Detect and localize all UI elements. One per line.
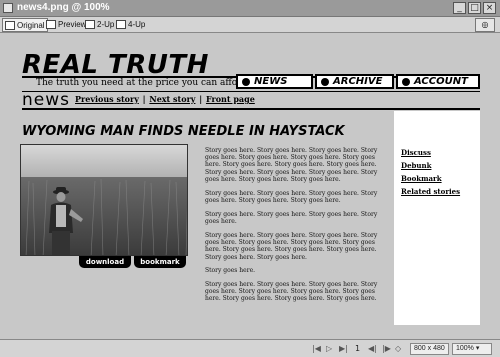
bullet-icon [242,78,250,86]
tab-2-up[interactable]: 2-Up [83,18,116,32]
frame-number: 1 [355,344,361,353]
discuss-link[interactable]: Discuss [401,148,431,157]
next-frame-icon[interactable]: |▶ [382,344,391,353]
site-tagline: The truth you need at the price you can … [36,78,248,88]
related-stories-link[interactable]: Related stories [401,187,460,196]
nav-label: NEWS [254,76,288,87]
nav-news[interactable]: NEWS [236,74,313,89]
separator: | [199,94,203,104]
maximize-button[interactable]: □ [468,2,481,14]
story-paragraph: Story goes here. Story goes here. Story … [205,281,378,303]
view-toolbar: Original Preview 2-Up 4-Up ◎ [0,17,500,33]
bullet-icon [402,78,410,86]
article-headline: WYOMING MAN FINDS NEEDLE IN HAYSTACK [22,124,345,139]
bullet-icon [321,78,329,86]
debunk-link[interactable]: Debunk [401,161,431,170]
separator: | [142,94,146,104]
story-paragraph: Story goes here. Story goes here. Story … [205,147,378,183]
tab-label: Original [17,21,45,30]
site-logo: REAL TRUTH [22,50,209,80]
tab-label: 2-Up [97,20,115,29]
pencil-icon [5,21,15,30]
man-in-field-photo [21,145,187,255]
nav-label: ACCOUNT [414,76,468,87]
article-photo [20,144,188,256]
tab-original[interactable]: Original [2,18,48,32]
tab-preview[interactable]: Preview [44,18,88,32]
story-paragraph: Story goes here. Story goes here. Story … [205,211,378,226]
nav-label: ARCHIVE [333,76,383,87]
four-up-icon [116,20,126,29]
first-frame-icon[interactable]: |◀ [312,344,321,353]
bookmark-button[interactable]: bookmark [134,256,186,268]
story-paragraph: Story goes here. [205,267,256,274]
status-bar: |◀ ▷ ▶| 1 ◀| |▶ ◇ 800 x 480 100% ▾ [0,339,500,357]
nav-archive[interactable]: ARCHIVE [315,74,394,89]
story-nav: Previous story | Next story | Front page [75,94,255,104]
play-icon[interactable]: ▷ [326,344,332,353]
nav-account[interactable]: ACCOUNT [396,74,480,89]
close-button[interactable]: × [483,2,496,14]
last-frame-icon[interactable]: ▶| [339,344,348,353]
preview-in-browser-icon[interactable]: ◎ [475,18,495,32]
article-sidebar: Discuss Debunk Bookmark Related stories [394,111,480,325]
zoom-value: 100% [456,345,474,352]
download-button[interactable]: download [79,256,131,268]
section-title: news [22,90,70,110]
bookmark-link[interactable]: Bookmark [401,174,442,183]
window-title-bar: news4.png @ 100% _ □ × [0,0,500,17]
image-file-icon [3,3,13,13]
preview-icon [46,20,56,29]
image-dimensions: 800 x 480 [410,343,449,355]
loop-icon[interactable]: ◇ [395,344,401,353]
previous-story-link[interactable]: Previous story [75,94,139,104]
story-paragraph: Story goes here. Story goes here. Story … [205,232,378,261]
two-up-icon [85,20,95,29]
document-canvas: REAL TRUTH The truth you need at the pri… [0,34,500,339]
tab-label: 4-Up [128,20,146,29]
previous-frame-icon[interactable]: ◀| [368,344,377,353]
story-paragraph: Story goes here. Story goes here. Story … [205,190,378,205]
next-story-link[interactable]: Next story [149,94,195,104]
tab-4-up[interactable]: 4-Up [114,18,147,32]
divider [22,108,480,110]
minimize-button[interactable]: _ [453,2,466,14]
front-page-link[interactable]: Front page [206,94,255,104]
divider [22,91,480,92]
window-title: news4.png @ 100% [17,2,110,13]
zoom-select[interactable]: 100% ▾ [452,343,492,355]
